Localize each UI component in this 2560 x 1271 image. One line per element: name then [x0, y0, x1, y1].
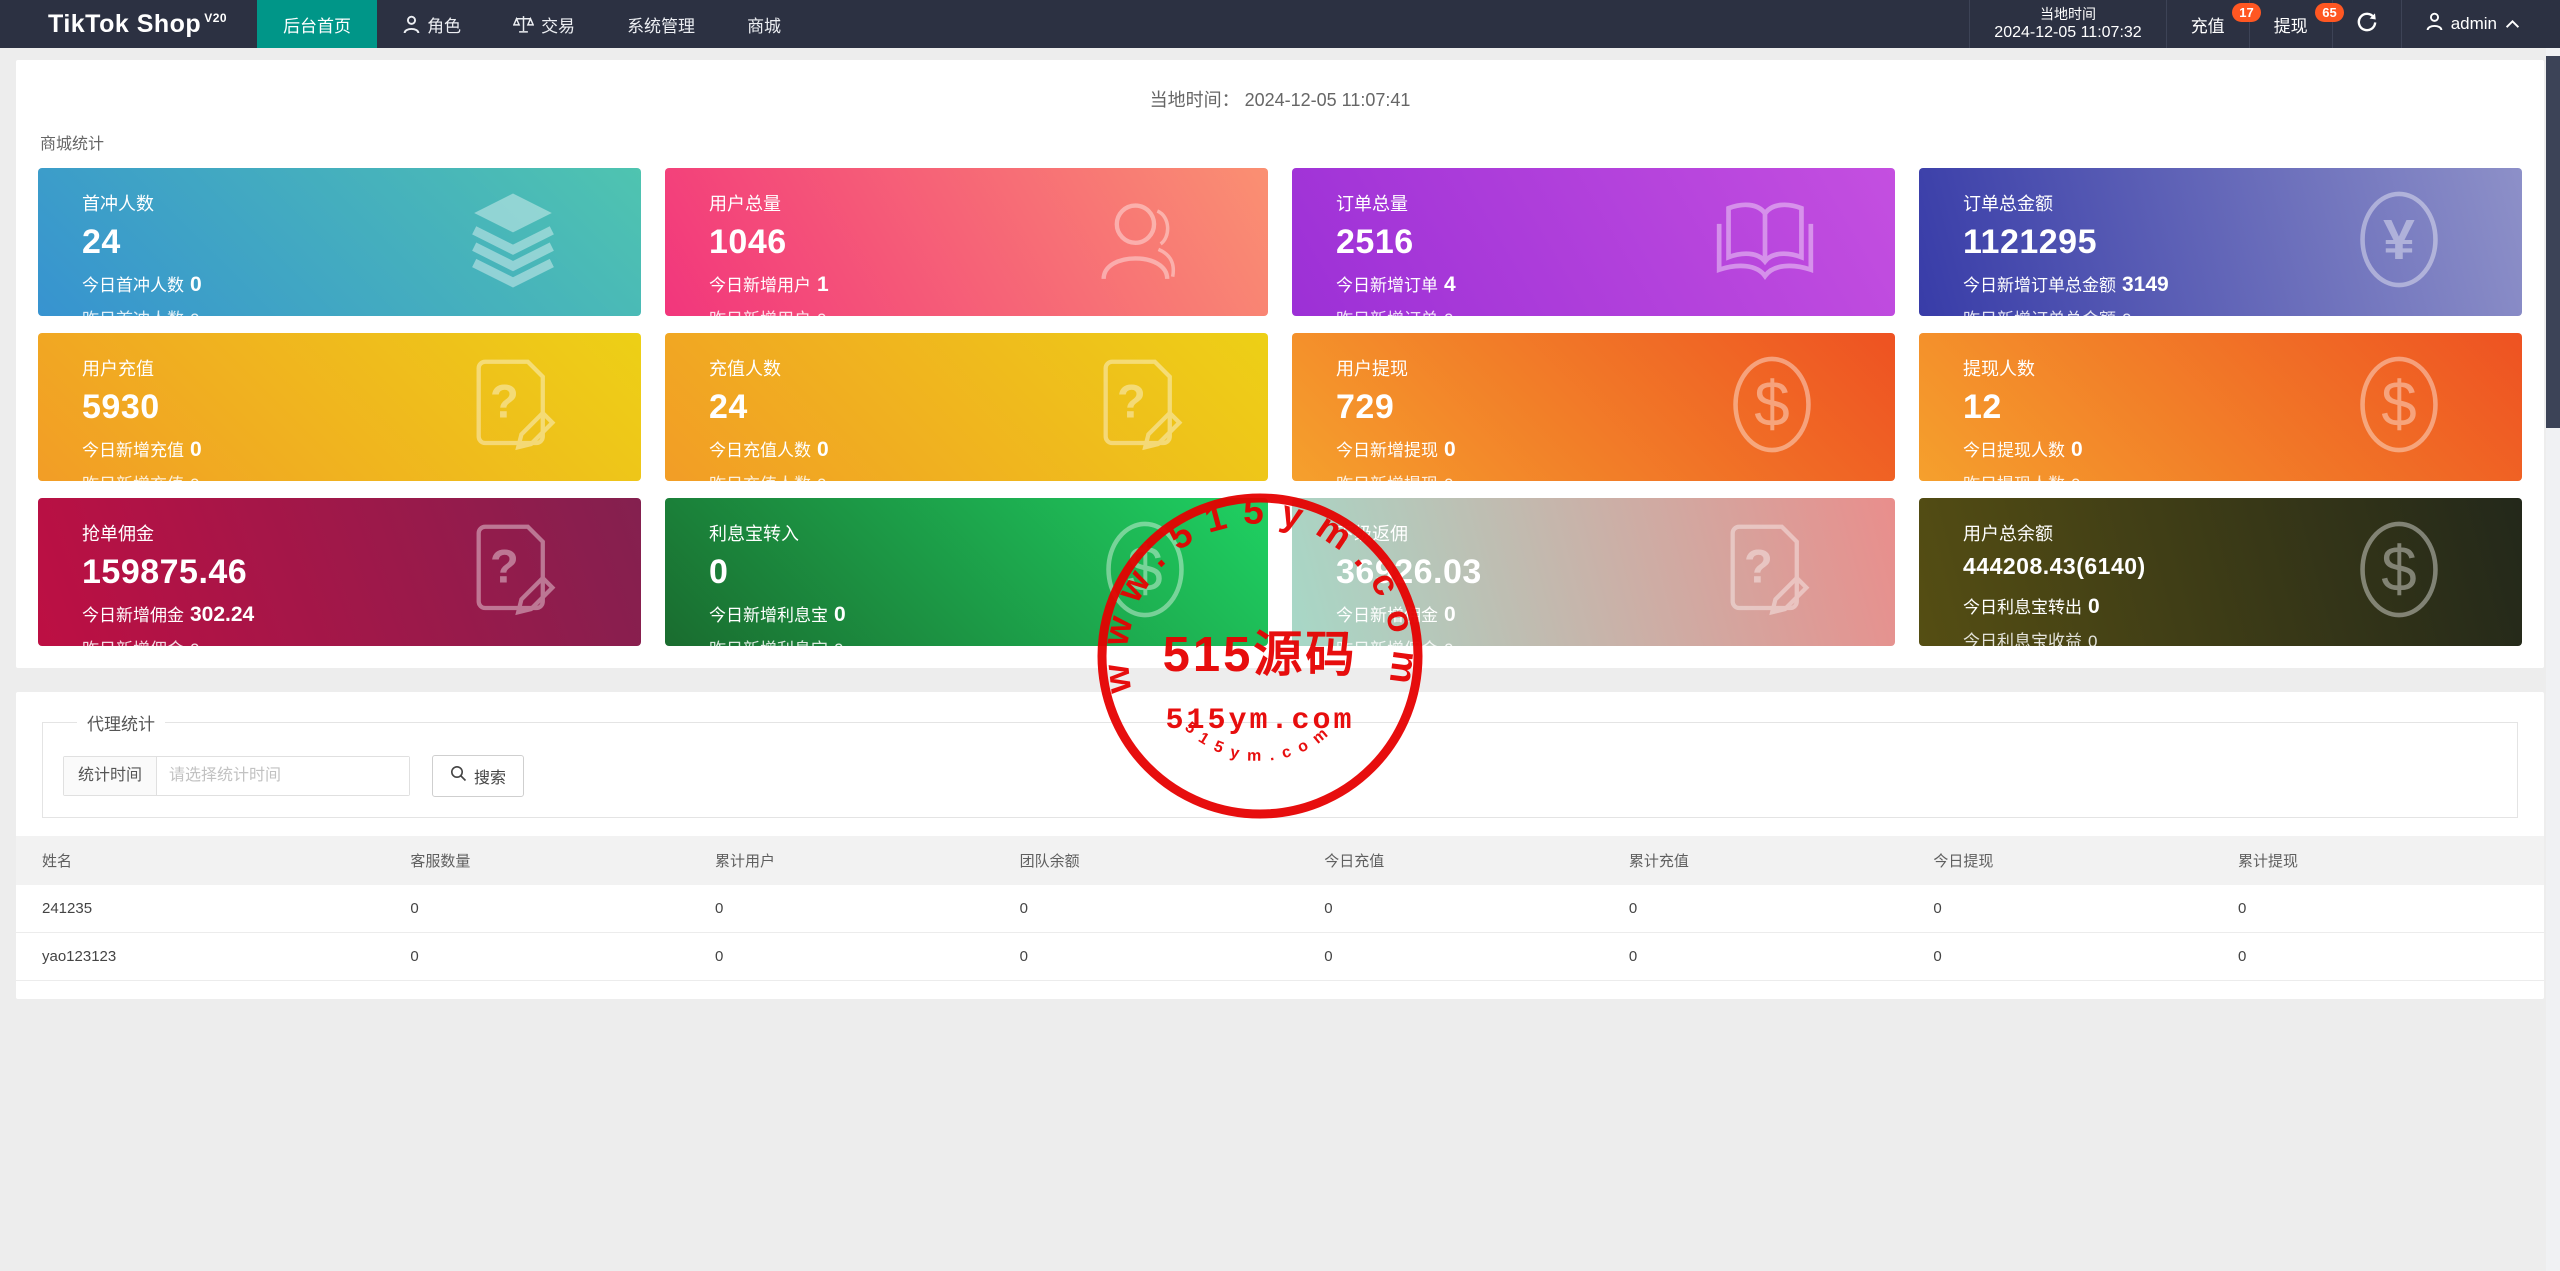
svg-text:¥: ¥: [2383, 208, 2415, 272]
timebar: 当地时间： 2024-12-05 11:07:41: [16, 60, 2544, 112]
scrollbar-track[interactable]: [2546, 48, 2560, 1271]
withdraw-button[interactable]: 提现 65: [2248, 0, 2344, 48]
stat-cards-grid: 首冲人数 24 今日首冲人数0 昨日首冲人数0 用户总量 1046 今日新增用户…: [38, 168, 2522, 646]
dollar-icon: $: [1729, 356, 1815, 459]
stat-card-order-amount: 订单总金额 1121295 今日新增订单总金额3149 昨日新增订单总金额0 ¥: [1919, 168, 2522, 316]
stat-card-withdraw-users: 提现人数 12 今日提现人数0 昨日提现人数0 $: [1919, 333, 2522, 481]
nav-item-dashboard[interactable]: 后台首页: [257, 0, 378, 48]
agent-section-legend: 代理统计: [87, 715, 155, 734]
document-question-icon: ?: [469, 523, 561, 622]
stat-card-total-users: 用户总量 1046 今日新增用户1 昨日新增用户0: [665, 168, 1268, 316]
search-icon: [450, 765, 467, 787]
app-logo: TikTok Shop V20: [0, 0, 257, 48]
local-time-value: 2024-12-05 11:07:32: [1994, 24, 2142, 41]
col-header: 累计提现: [2238, 836, 2544, 885]
stats-section-title: 商城统计: [40, 136, 105, 153]
svg-text:?: ?: [490, 374, 519, 427]
nav-item-mall[interactable]: 商城: [721, 0, 807, 48]
nav-item-roles[interactable]: 角色: [377, 0, 487, 48]
username: admin: [2450, 14, 2497, 33]
document-question-icon: ?: [1723, 523, 1815, 622]
col-header: 今日提现: [1933, 836, 2239, 885]
refresh-icon: [2357, 12, 2377, 37]
app-logo-text: TikTok Shop: [48, 9, 202, 38]
svg-text:?: ?: [490, 539, 519, 592]
table-row: 241235 0 0 0 0 0 0 0: [16, 885, 2544, 933]
stat-card-first-charge-users: 首冲人数 24 今日首冲人数0 昨日首冲人数0: [38, 168, 641, 316]
cell-name: 241235: [16, 885, 411, 933]
stat-time-input-group: 统计时间: [63, 756, 411, 796]
svg-text:?: ?: [1744, 539, 1773, 592]
withdraw-badge: 65: [2315, 3, 2344, 22]
recharge-button[interactable]: 充值 17: [2165, 0, 2261, 48]
navbar-right: 当地时间 2024-12-05 11:07:32 充值 17 提现 65 adm…: [1969, 0, 2560, 48]
svg-text:$: $: [2381, 533, 2416, 605]
col-header: 姓名: [16, 836, 411, 885]
stat-card-user-total-balance: 用户总余额 444208.43(6140) 今日利息宝转出 0 今日利息宝收益 0 …: [1919, 498, 2522, 646]
svg-text:$: $: [1127, 533, 1162, 605]
stat-card-user-withdraw: 用户提现 729 今日新增提现0 昨日新增提现0 $: [1292, 333, 1895, 481]
dollar-icon: $: [1102, 521, 1188, 624]
stat-card-total-orders: 订单总量 2516 今日新增订单4 昨日新增订单0: [1292, 168, 1895, 316]
stat-card-user-recharge: 用户充值 5930 今日新增充值0 昨日新增充值0 ?: [38, 333, 641, 481]
scrollbar-thumb[interactable]: [2546, 56, 2560, 428]
top-navbar: TikTok Shop V20 后台首页 角色 交易 系统管理 商城 当地时间 …: [0, 0, 2560, 48]
table-row: yao123123 0 0 0 0 0 0 0: [16, 932, 2544, 981]
chevron-up-icon: [2505, 14, 2520, 34]
cell-name: yao123123: [16, 932, 411, 981]
table-header-row: 姓名 客服数量 累计用户 团队余额 今日充值 累计充值 今日提现 累计提现: [16, 836, 2544, 885]
dollar-icon: $: [2356, 521, 2442, 624]
agent-panel: 代理统计 统计时间 搜索 姓名 客服数量 累计用户 团队余额: [16, 692, 2544, 999]
agents-table: 姓名 客服数量 累计用户 团队余额 今日充值 累计充值 今日提现 累计提现 24…: [16, 836, 2544, 981]
svg-text:$: $: [1754, 368, 1789, 440]
person-icon: [2426, 12, 2443, 36]
stat-card-interest-transfer-in: 利息宝转入 0 今日新增利息宝0 昨日新增利息宝0 $: [665, 498, 1268, 646]
document-question-icon: ?: [1096, 358, 1188, 457]
agent-filter-fieldset: 代理统计 统计时间 搜索: [42, 710, 2518, 818]
user-icon: [1096, 194, 1188, 291]
person-icon: [403, 15, 420, 34]
stat-card-recharge-users: 充值人数 24 今日充值人数0 昨日充值人数0 ?: [665, 333, 1268, 481]
stats-panel: 当地时间： 2024-12-05 11:07:41 商城统计 首冲人数 24 今…: [16, 60, 2544, 668]
book-icon: [1715, 196, 1815, 289]
layers-icon: [465, 192, 561, 293]
col-header: 团队余额: [1019, 836, 1325, 885]
stat-time-input[interactable]: [157, 757, 410, 795]
stat-card-order-commission: 抢单佣金 159875.46 今日新增佣金302.24 昨日新增佣金0 ?: [38, 498, 641, 646]
nav-item-system[interactable]: 系统管理: [601, 0, 721, 48]
local-time-label: 当地时间: [2039, 6, 2096, 22]
dollar-icon: $: [2356, 356, 2442, 459]
search-button[interactable]: 搜索: [432, 755, 525, 797]
col-header: 客服数量: [410, 836, 715, 885]
stat-card-sub-rebate: 下级返佣 36926.03 今日新增佣金0 昨日新增佣金0 ?: [1292, 498, 1895, 646]
nav-item-trade[interactable]: 交易: [487, 0, 601, 48]
local-time-block: 当地时间 2024-12-05 11:07:32: [1969, 0, 2165, 48]
user-menu[interactable]: admin: [2400, 0, 2560, 48]
recharge-badge: 17: [2232, 3, 2261, 22]
scales-icon: [513, 14, 535, 34]
timebar-value: 2024-12-05 11:07:41: [1244, 90, 1411, 110]
main-nav: 后台首页 角色 交易 系统管理 商城: [257, 0, 807, 48]
stat-time-label: 统计时间: [64, 757, 158, 795]
app-logo-version: V20: [204, 11, 228, 25]
timebar-label: 当地时间：: [1149, 90, 1240, 110]
yen-icon: ¥: [2356, 191, 2442, 294]
document-question-icon: ?: [469, 358, 561, 457]
col-header: 累计用户: [714, 836, 1020, 885]
svg-text:$: $: [2381, 368, 2416, 440]
svg-text:?: ?: [1117, 374, 1146, 427]
agent-filter-row: 统计时间 搜索: [63, 755, 2497, 797]
col-header: 今日充值: [1324, 836, 1629, 885]
col-header: 累计充值: [1628, 836, 1934, 885]
